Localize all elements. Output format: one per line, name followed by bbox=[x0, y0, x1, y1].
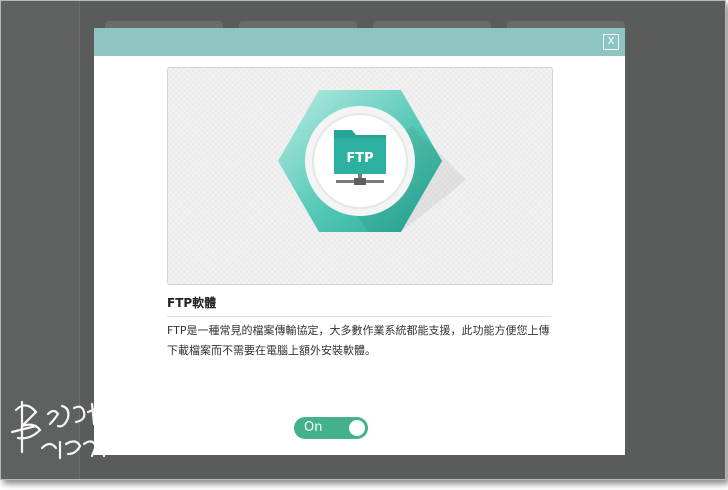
ftp-folder-icon: FTP bbox=[278, 90, 466, 232]
modal-header: X bbox=[94, 28, 625, 56]
page-title: FTP軟體 bbox=[167, 294, 551, 317]
toggle-knob bbox=[349, 420, 365, 436]
close-button[interactable]: X bbox=[603, 34, 619, 50]
ftp-icon-label: FTP bbox=[346, 151, 373, 166]
description-text: FTP是一種常見的檔案傳輸協定，大多數作業系統都能支援，此功能方便您上傳下載檔案… bbox=[167, 324, 550, 357]
toggle-label: On bbox=[304, 420, 323, 435]
hero-image: FTP bbox=[167, 67, 553, 285]
ftp-toggle[interactable]: On bbox=[294, 417, 368, 439]
watermark-signature bbox=[10, 400, 122, 460]
ftp-modal: X FTP FTP軟體 FTP是一種常見的檔案傳輸協定，大多數作業系統都能支援，… bbox=[94, 28, 625, 455]
